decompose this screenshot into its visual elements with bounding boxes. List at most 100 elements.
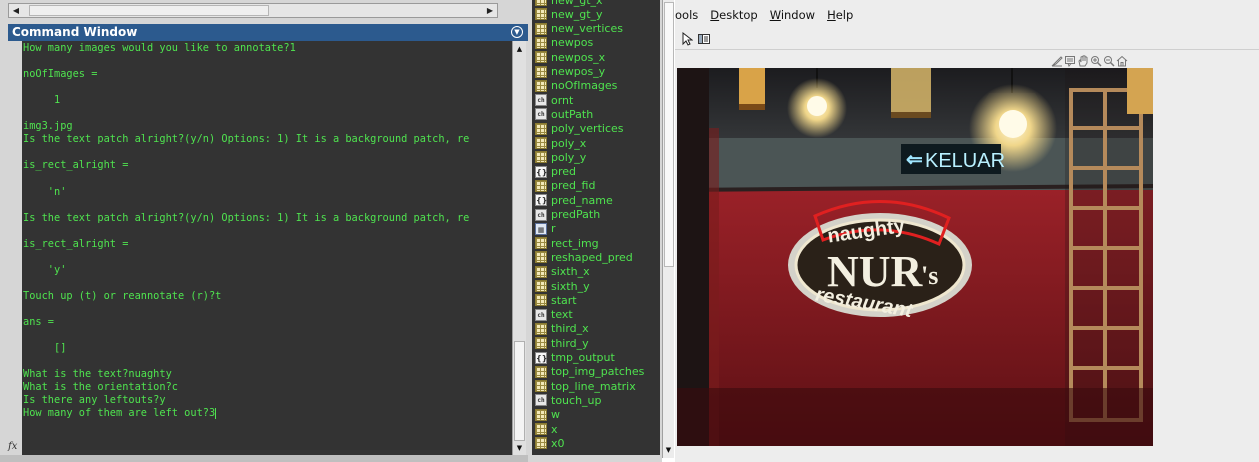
workspace-variable-newpos-y[interactable]: newpos_y	[532, 65, 605, 79]
workspace-variable-r[interactable]: ▦ r	[532, 222, 556, 236]
workspace-variable-name: pred_fid	[551, 179, 596, 193]
command-output-line	[23, 146, 512, 159]
workspace-variable-name: sixth_y	[551, 279, 590, 293]
workspace-variable-name: r	[551, 222, 556, 236]
workspace-variable-name: outPath	[551, 107, 594, 121]
matrix-icon	[535, 51, 547, 64]
menu-item-window[interactable]: Window	[770, 8, 815, 26]
workspace-variable-third-x[interactable]: third_x	[532, 322, 589, 336]
zoom-out-icon[interactable]	[1103, 54, 1115, 68]
pan-hand-icon[interactable]	[1077, 54, 1089, 68]
workspace-variable-x0[interactable]: x0	[532, 436, 565, 450]
scroll-down-icon[interactable]: ▼	[663, 446, 674, 456]
datatip-icon[interactable]	[1064, 54, 1076, 68]
workspace-variable-name: w	[551, 408, 560, 422]
dock-panel-icon[interactable]	[696, 31, 712, 47]
workspace-variable-touch-up[interactable]: ch touch_up	[532, 393, 602, 407]
menu-item-ools[interactable]: ools	[675, 8, 698, 26]
command-output-line	[23, 303, 512, 316]
matrix-icon	[535, 137, 547, 149]
command-output-line: ans =	[23, 315, 54, 328]
brush-icon[interactable]	[1051, 54, 1063, 68]
command-window-vertical-scrollbar[interactable]: ▲ ▼	[512, 41, 526, 455]
workspace-variable-pred-fid[interactable]: pred_fid	[532, 179, 595, 193]
menu-item-desktop[interactable]: Desktop	[710, 8, 757, 26]
scroll-right-icon[interactable]: ▶	[483, 4, 497, 17]
scroll-down-icon[interactable]: ▼	[513, 442, 526, 454]
command-output-line	[23, 199, 512, 212]
workspace-pane: new_gt_x new_gt_y new_vertices newpos newpos…	[528, 0, 662, 462]
workspace-variable-name: top_img_patches	[551, 365, 645, 379]
matrix-icon	[535, 437, 547, 450]
figure-axes-image[interactable]: ⇐ KELUAR naughty NUR 's restaurant	[677, 68, 1153, 446]
workspace-variable-start[interactable]: start	[532, 293, 577, 307]
matrix-icon	[535, 122, 547, 135]
command-window-header[interactable]: Command Window ▼	[8, 24, 528, 41]
workspace-variable-top-img-patches[interactable]: top_img_patches	[532, 365, 644, 379]
matrix-icon	[535, 65, 547, 78]
workspace-variable-text[interactable]: ch text	[532, 308, 573, 322]
panel-menu-icon[interactable]: ▼	[511, 26, 523, 38]
workspace-vertical-scrollbar[interactable]: ▼	[662, 0, 674, 458]
workspace-variable-outpath[interactable]: ch outPath	[532, 107, 593, 121]
command-output-line: Is there any leftouts?y	[23, 394, 166, 407]
workspace-variable-new-gt-x[interactable]: new_gt_x	[532, 0, 603, 7]
workspace-variable-poly-x[interactable]: poly_x	[532, 136, 586, 150]
logo-suffix-text: 's	[921, 261, 938, 290]
workspace-variable-newpos[interactable]: newpos	[532, 36, 593, 50]
char-array-icon: ch	[535, 94, 547, 107]
scrollbar-thumb[interactable]	[29, 5, 269, 16]
workspace-variable-w[interactable]: w	[532, 408, 560, 422]
command-output-line: 1	[23, 94, 61, 107]
workspace-variable-noofimages[interactable]: noOfImages	[532, 79, 617, 93]
matrix-icon	[535, 8, 547, 21]
workspace-variable-name: new_vertices	[551, 22, 623, 36]
home-icon[interactable]	[1116, 54, 1128, 68]
scroll-left-icon[interactable]: ◀	[9, 4, 23, 17]
workspace-variable-pred[interactable]: {} pred	[532, 165, 576, 179]
function-browser-icon[interactable]: fx	[8, 441, 22, 455]
matrix-icon	[535, 79, 547, 92]
workspace-variable-new-vertices[interactable]: new_vertices	[532, 22, 623, 36]
scrollbar-thumb[interactable]	[664, 2, 674, 267]
workspace-variable-top-line-matrix[interactable]: top_line_matrix	[532, 379, 636, 393]
workspace-variable-poly-y[interactable]: poly_y	[532, 150, 586, 164]
matrix-icon	[535, 0, 547, 6]
zoom-in-icon[interactable]	[1090, 54, 1102, 68]
workspace-variable-list[interactable]: new_gt_x new_gt_y new_vertices newpos newpos…	[532, 0, 660, 455]
workspace-variable-x[interactable]: x	[532, 422, 558, 436]
command-output-line	[23, 277, 512, 290]
scroll-up-icon[interactable]: ▲	[513, 43, 526, 55]
horizontal-scrollbar[interactable]: ◀ ▶	[8, 3, 498, 18]
workspace-variable-pred-name[interactable]: {} pred_name	[532, 193, 613, 207]
pointer-icon[interactable]	[679, 31, 695, 47]
workspace-variable-rect-img[interactable]: rect_img	[532, 236, 599, 250]
workspace-variable-poly-vertices[interactable]: poly_vertices	[532, 122, 624, 136]
workspace-variable-predpath[interactable]: ch predPath	[532, 208, 600, 222]
command-output-line	[23, 355, 512, 368]
workspace-variable-third-y[interactable]: third_y	[532, 336, 589, 350]
workspace-variable-tmp-output[interactable]: {} tmp_output	[532, 351, 615, 365]
workspace-variable-name: new_gt_y	[551, 7, 603, 21]
workspace-variable-name: tmp_output	[551, 351, 615, 364]
workspace-variable-name: predPath	[551, 208, 601, 221]
command-output-line	[23, 55, 512, 68]
workspace-variable-name: top_line_matrix	[551, 379, 636, 393]
menu-item-help[interactable]: Help	[827, 8, 853, 26]
cell-array-icon: {}	[535, 165, 548, 178]
matrix-icon	[535, 365, 547, 378]
workspace-variable-ornt[interactable]: ch ornt	[532, 93, 573, 107]
workspace-variable-sixth-x[interactable]: sixth_x	[532, 265, 590, 279]
command-output-line: 'n'	[23, 185, 67, 198]
workspace-variable-newpos-x[interactable]: newpos_x	[532, 50, 605, 64]
command-output-line	[23, 107, 512, 120]
command-output-line: Touch up (t) or reannotate (r)?t	[23, 289, 222, 302]
workspace-variable-new-gt-y[interactable]: new_gt_y	[532, 7, 603, 21]
exit-sign-text: KELUAR	[925, 150, 1005, 172]
cell-array-icon: {}	[535, 194, 548, 207]
command-window-output[interactable]: How many images would you like to annota…	[22, 41, 512, 455]
workspace-variable-sixth-y[interactable]: sixth_y	[532, 279, 590, 293]
workspace-variable-reshaped-pred[interactable]: reshaped_pred	[532, 250, 633, 264]
scrollbar-thumb[interactable]	[514, 341, 525, 441]
workspace-variable-name: start	[551, 293, 577, 307]
